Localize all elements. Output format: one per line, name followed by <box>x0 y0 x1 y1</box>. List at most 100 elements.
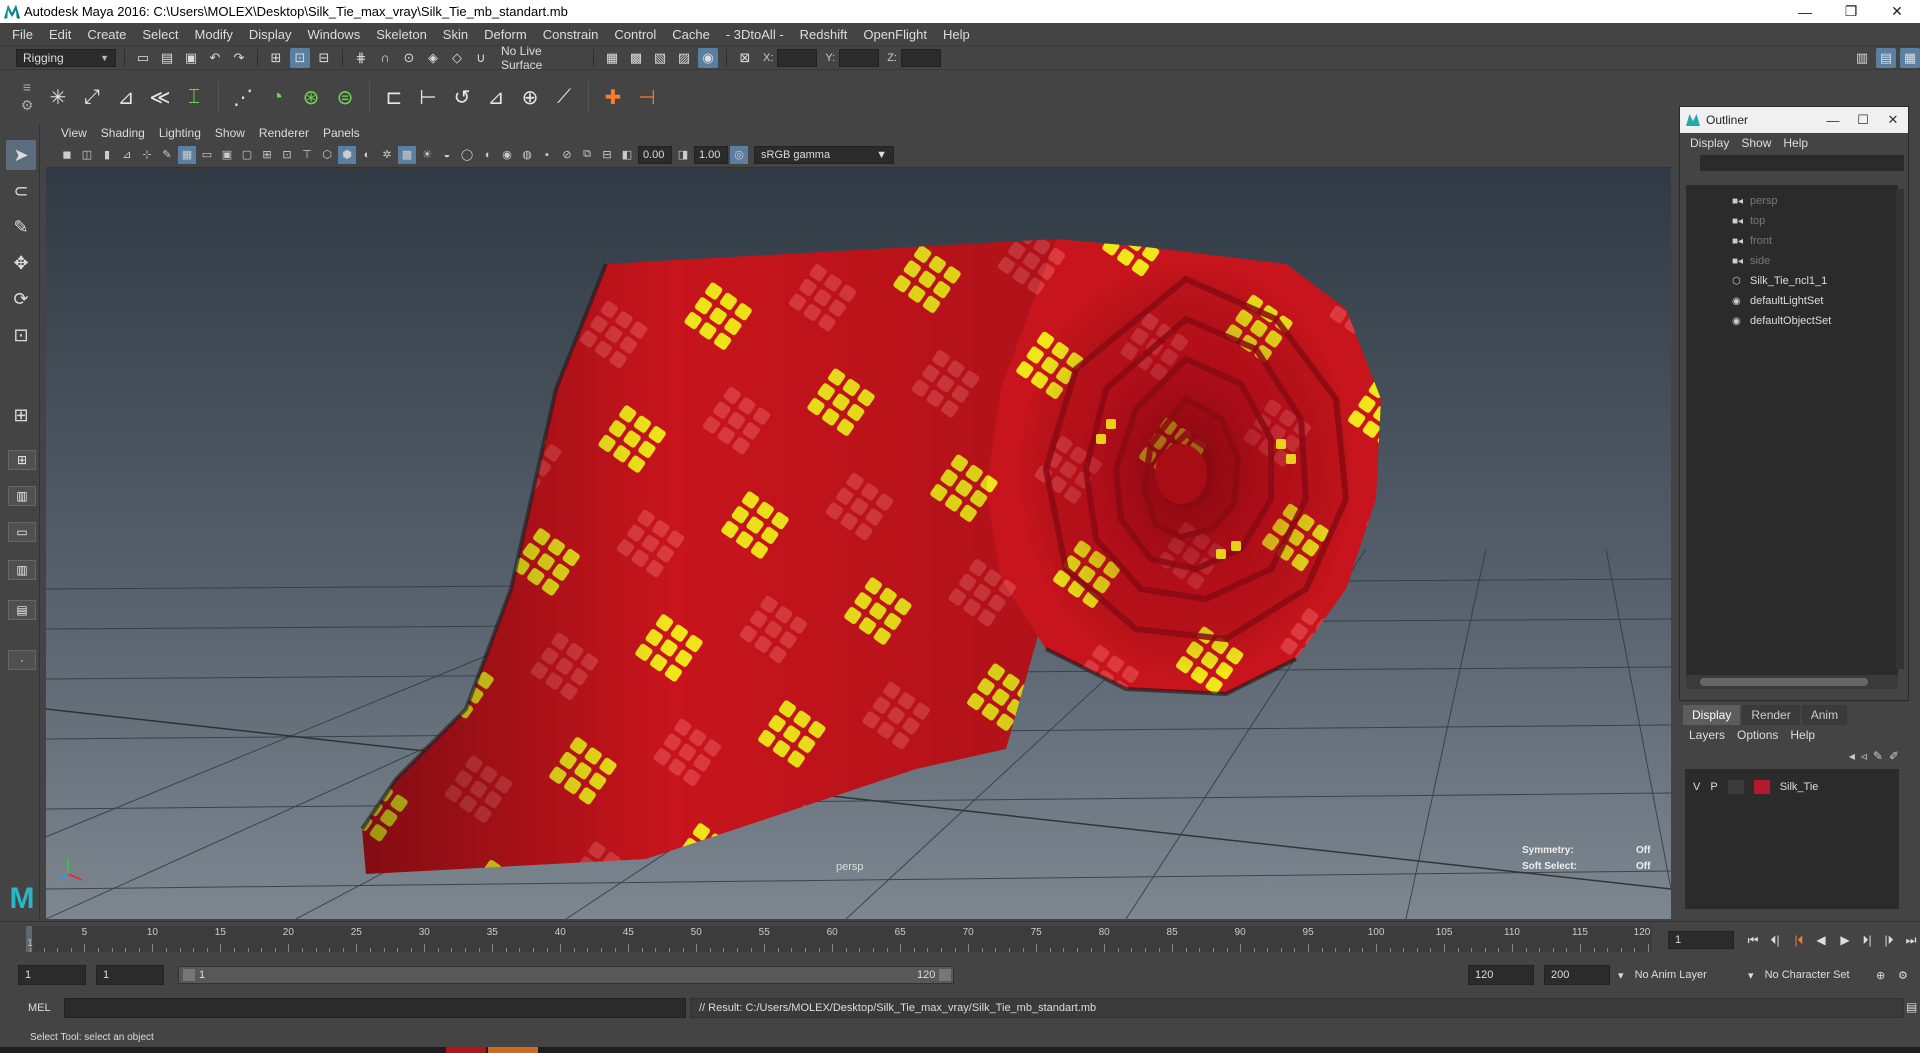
step-back-key-icon[interactable]: |⏴ <box>1790 931 1808 949</box>
undo-icon[interactable]: ↶ <box>205 48 225 68</box>
move-layer-down-icon[interactable]: ◃ <box>1861 749 1867 763</box>
single-perspective-icon[interactable]: ⊞ <box>6 400 36 430</box>
live-surface-field[interactable]: No Live Surface <box>495 44 585 72</box>
current-frame-field[interactable]: 1 <box>1668 931 1734 949</box>
menu-edit[interactable]: Edit <box>41 27 79 42</box>
y-field[interactable] <box>839 48 880 67</box>
locator-icon[interactable]: ⌶ <box>180 81 208 113</box>
viewport-menu-show[interactable]: Show <box>208 126 252 140</box>
xray-joints-icon[interactable]: ⧉ <box>578 146 596 164</box>
menu-skin[interactable]: Skin <box>435 27 476 42</box>
cluster-icon[interactable]: ⋰ <box>229 81 257 113</box>
menu-redshift[interactable]: Redshift <box>792 27 856 42</box>
textured-icon[interactable]: ▩ <box>398 145 416 164</box>
point-constraint-icon[interactable]: ⊢ <box>414 81 442 113</box>
grease-pencil-icon[interactable]: ✎ <box>158 146 176 164</box>
2d-pan-zoom-icon[interactable]: ⊹ <box>138 146 156 164</box>
viewport-menu-renderer[interactable]: Renderer <box>252 126 316 140</box>
script-editor-icon[interactable]: ▤ <box>1906 1000 1917 1014</box>
anim-layer-dropdown[interactable]: ▾ No Anim Layer <box>1618 965 1707 985</box>
go-to-start-icon[interactable]: ⏮ <box>1744 931 1762 949</box>
film-gate-icon[interactable]: ▭ <box>198 146 216 164</box>
scale-tool-icon[interactable]: ⊡ <box>6 320 36 350</box>
menu-display[interactable]: Display <box>241 27 300 42</box>
layer-display-type[interactable] <box>1727 780 1744 794</box>
x-field[interactable] <box>777 48 818 67</box>
go-to-end-icon[interactable]: ⏭ <box>1902 931 1920 949</box>
attribute-editor-icon[interactable]: ▤ <box>1876 47 1896 68</box>
layer-row-silk-tie[interactable]: V P Silk_Tie <box>1685 777 1899 797</box>
current-time-marker[interactable] <box>26 926 32 952</box>
script-language-toggle[interactable]: MEL <box>10 999 60 1017</box>
magnet-icon[interactable]: ∪ <box>471 48 491 68</box>
orient-constraint-icon[interactable]: ↺ <box>448 81 476 113</box>
new-layer-icon[interactable]: ✎ <box>1873 749 1883 763</box>
layer-menu-layers[interactable]: Layers <box>1683 728 1731 742</box>
gate-mask-icon[interactable]: ▢ <box>238 146 256 164</box>
shadows-icon[interactable]: ◒ <box>438 146 456 164</box>
menu-openflight[interactable]: OpenFlight <box>855 27 935 42</box>
character-set-dropdown[interactable]: ▾ No Character Set <box>1748 965 1850 985</box>
viewport-canvas[interactable]: Symmetry: Off Soft Select: Off persp <box>46 169 1671 919</box>
new-layer-selected-icon[interactable]: ✐ <box>1889 749 1899 763</box>
transform-field-icon[interactable]: ⊠ <box>735 48 755 68</box>
playback-end-field[interactable]: 120 <box>1468 965 1534 985</box>
outliner-item-front[interactable]: ■◂ front <box>1686 231 1898 251</box>
layer-playback-toggle[interactable]: P <box>1710 781 1717 793</box>
bookmark-icon[interactable]: ▮ <box>98 146 116 164</box>
command-input[interactable] <box>64 998 686 1018</box>
animation-end-field[interactable]: 200 <box>1544 965 1610 985</box>
taskbar-item[interactable] <box>488 1047 538 1053</box>
ipr-render-icon[interactable]: ▧ <box>650 48 670 68</box>
smooth-shade-icon[interactable]: ⬢ <box>338 145 356 164</box>
xray-icon[interactable]: ⊘ <box>558 146 576 164</box>
open-scene-icon[interactable]: ▤ <box>157 48 177 68</box>
wireframe-on-shaded-icon[interactable]: ✲ <box>378 146 396 164</box>
hypershade-icon[interactable]: ◉ <box>698 47 718 68</box>
outliner-item-top[interactable]: ■◂ top <box>1686 211 1898 231</box>
menu-windows[interactable]: Windows <box>299 27 368 42</box>
tab-display[interactable]: Display <box>1683 705 1741 725</box>
safe-action-icon[interactable]: ⊡ <box>278 146 296 164</box>
gamma-field[interactable]: 1.00 <box>694 145 728 164</box>
move-layer-up-icon[interactable]: ◂ <box>1849 749 1855 763</box>
menuset-dropdown[interactable]: Rigging ▼ <box>16 48 116 67</box>
field-chart-icon[interactable]: ⊞ <box>258 146 276 164</box>
snap-view-icon[interactable]: ◈ <box>423 48 443 68</box>
select-object-icon[interactable]: ⊡ <box>290 47 310 68</box>
outliner-item-default-light-set[interactable]: ◉ defaultLightSet <box>1686 291 1898 311</box>
menu-constrain[interactable]: Constrain <box>535 27 607 42</box>
resolution-gate-icon[interactable]: ▣ <box>218 146 236 164</box>
gamma-icon[interactable]: ◨ <box>674 146 692 164</box>
outliner-maximize-button[interactable]: ☐ <box>1848 112 1878 128</box>
menu-file[interactable]: File <box>4 27 41 42</box>
outliner-item-silk-tie[interactable]: ⬡ Silk_Tie_ncl1_1 <box>1686 271 1898 291</box>
lasso-tool-icon[interactable]: ⊂ <box>6 176 36 206</box>
outliner-item-default-object-set[interactable]: ◉ defaultObjectSet <box>1686 311 1898 331</box>
save-scene-icon[interactable]: ▣ <box>181 48 201 68</box>
isolate-select-icon[interactable]: ▪ <box>538 146 556 164</box>
use-all-lights-icon[interactable]: ☀ <box>418 146 436 164</box>
exposure-icon[interactable]: ◧ <box>618 146 636 164</box>
wireframe-icon[interactable]: ⬡ <box>318 146 336 164</box>
outliner-horizontal-scrollbar[interactable] <box>1686 675 1898 689</box>
outliner-close-button[interactable]: ✕ <box>1878 112 1908 128</box>
depth-of-field-icon[interactable]: ◍ <box>518 146 536 164</box>
insert-joint-icon[interactable]: ⤢ <box>78 81 106 113</box>
ik-handle-icon[interactable]: ⊿ <box>112 81 140 113</box>
outliner-item-persp[interactable]: ■◂ persp <box>1686 191 1898 211</box>
snap-curve-icon[interactable]: ∩ <box>375 48 395 68</box>
minimize-button[interactable]: — <box>1782 0 1828 23</box>
range-slider-bar[interactable]: 1 120 <box>178 966 954 984</box>
snap-surface-icon[interactable]: ◇ <box>447 48 467 68</box>
new-scene-icon[interactable]: ▭ <box>133 48 153 68</box>
render-view-icon[interactable]: ▦ <box>602 48 622 68</box>
range-start-handle[interactable] <box>183 969 195 981</box>
select-hierarchy-icon[interactable]: ⊞ <box>266 48 286 68</box>
animation-preferences-icon[interactable]: ⚙ <box>1898 965 1908 985</box>
custom-layout-icon[interactable]: · <box>8 650 36 670</box>
menu-skeleton[interactable]: Skeleton <box>368 27 435 42</box>
outliner-minimize-button[interactable]: — <box>1818 113 1848 128</box>
snap-point-icon[interactable]: ⊙ <box>399 48 419 68</box>
joint-tool-icon[interactable]: ✳ <box>44 81 72 113</box>
